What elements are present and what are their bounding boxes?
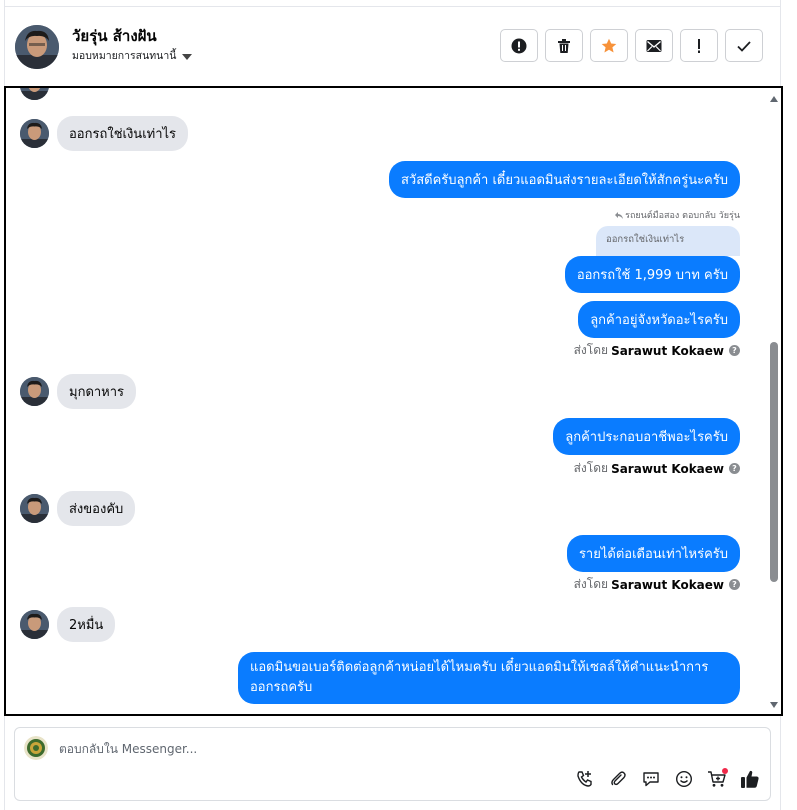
incoming-message-bubble[interactable]: มุกดาหาร — [57, 374, 137, 409]
caret-down-icon — [182, 53, 193, 60]
phone-add-icon — [577, 771, 592, 787]
phone-add-button[interactable] — [574, 768, 596, 790]
reply-composer — [14, 727, 771, 801]
message-list: ออกรถใช่เงินเท่าไร สวัสดีครับลูกค้า เดี๋… — [6, 88, 766, 714]
help-icon[interactable]: ? — [729, 345, 740, 356]
follow-up-button[interactable] — [680, 29, 718, 62]
sent-by-name: Sarawut Kokaew — [611, 343, 724, 358]
smiley-icon — [675, 770, 693, 788]
sent-by-name: Sarawut Kokaew — [611, 461, 724, 476]
mark-unread-button[interactable] — [635, 29, 673, 62]
contact-avatar[interactable] — [15, 25, 59, 69]
outgoing-message-bubble[interactable]: ลูกค้าอยู่จังหวัดอะไรครับ — [578, 301, 740, 338]
incoming-message-bubble[interactable]: ออกรถใช่เงินเท่าไร — [57, 116, 189, 151]
reply-input[interactable] — [59, 738, 699, 760]
attach-button[interactable] — [607, 768, 629, 790]
contact-name[interactable]: วัยรุ่น ส้างฝัน — [72, 24, 157, 48]
sent-by-label: ส่งโดย — [573, 577, 609, 591]
reply-context-text: รถยนต์มือสอง ตอบกลับ วัยรุ่น — [625, 211, 740, 221]
sent-by-label: ส่งโดย — [573, 343, 609, 357]
sent-by-name: Sarawut Kokaew — [611, 577, 724, 592]
help-icon[interactable]: ? — [729, 579, 740, 590]
message-row-incoming: 2หมื่น — [20, 607, 116, 642]
message-row-incoming: มุกดาหาร — [20, 374, 137, 409]
assign-conversation-dropdown[interactable]: มอบหมายการสนทนานี้ — [72, 47, 193, 64]
conversation-header: วัยรุ่น ส้างฝัน มอบหมายการสนทนานี้ — [5, 7, 780, 83]
message-row-partial — [20, 88, 49, 100]
outgoing-message-bubble[interactable]: แอดมินขอเบอร์ติดต่อลูกค้าหน่อยได้ไหมครับ… — [238, 652, 740, 704]
contact-avatar-small[interactable] — [20, 377, 49, 406]
chat-bubble-icon — [643, 772, 659, 787]
scrollbar-thumb[interactable] — [770, 342, 778, 582]
star-button[interactable] — [590, 29, 628, 62]
outgoing-message-bubble[interactable]: สวัสดีครับลูกค้า เดี๋ยวแอดมินส่งรายละเอี… — [388, 161, 740, 198]
contact-avatar-small[interactable] — [20, 494, 49, 523]
page-avatar — [24, 736, 48, 760]
scroll-down-arrow-icon[interactable] — [770, 702, 778, 708]
help-icon[interactable]: ? — [729, 463, 740, 474]
alert-circle-icon — [511, 38, 527, 53]
assign-conversation-label: มอบหมายการสนทนานี้ — [72, 50, 177, 62]
sent-by-label: ส่งโดย — [573, 461, 609, 475]
sent-by-line: ส่งโดย Sarawut Kokaew ? — [574, 459, 740, 478]
delete-button[interactable] — [545, 29, 583, 62]
reply-arrow-icon — [615, 211, 624, 219]
saved-replies-button[interactable] — [640, 768, 662, 790]
mark-spam-button[interactable] — [500, 29, 538, 62]
incoming-message-bubble[interactable]: ส่งของคับ — [57, 491, 136, 526]
outgoing-message-bubble[interactable]: ลูกค้าประกอบอาชีพอะไรครับ — [553, 418, 740, 455]
message-row-incoming: ส่งของคับ — [20, 491, 136, 526]
outgoing-message-bubble[interactable]: รายได้ต่อเดือนเท่าไหร่ครับ — [566, 535, 740, 572]
scroll-up-arrow-icon[interactable] — [770, 96, 778, 102]
conversation-toolbar — [500, 29, 763, 62]
sent-by-line: ส่งโดย Sarawut Kokaew ? — [574, 341, 740, 360]
notification-dot — [722, 768, 728, 774]
contact-avatar-small[interactable] — [20, 610, 49, 639]
mark-done-button[interactable] — [725, 29, 763, 62]
incoming-message-bubble[interactable]: 2หมื่น — [57, 607, 116, 642]
emoji-button[interactable] — [673, 768, 695, 790]
reply-context: รถยนต์มือสอง ตอบกลับ วัยรุ่น — [615, 208, 740, 222]
conversation-panel[interactable]: ออกรถใช่เงินเท่าไร สวัสดีครับลูกค้า เดี๋… — [4, 86, 783, 716]
conversation-scrollbar[interactable] — [769, 92, 779, 712]
like-button[interactable] — [739, 768, 761, 790]
trash-icon — [558, 38, 570, 53]
exclamation-icon — [698, 38, 700, 53]
add-to-cart-button[interactable] — [706, 768, 728, 790]
outgoing-message-bubble[interactable]: ออกรถใช้ 1,999 บาท ครับ — [564, 256, 740, 293]
star-icon — [601, 38, 617, 52]
quoted-message[interactable]: ออกรถใช่เงินเท่าไร — [596, 226, 740, 256]
message-row-incoming: ออกรถใช่เงินเท่าไร — [20, 116, 189, 151]
composer-tools — [574, 768, 761, 790]
checkmark-icon — [737, 40, 751, 52]
envelope-icon — [646, 39, 662, 52]
contact-avatar-small[interactable] — [20, 119, 49, 148]
thumbs-up-icon — [741, 770, 759, 788]
sent-by-line: ส่งโดย Sarawut Kokaew ? — [574, 575, 740, 594]
paperclip-icon — [611, 771, 626, 786]
contact-avatar-small — [20, 88, 49, 100]
